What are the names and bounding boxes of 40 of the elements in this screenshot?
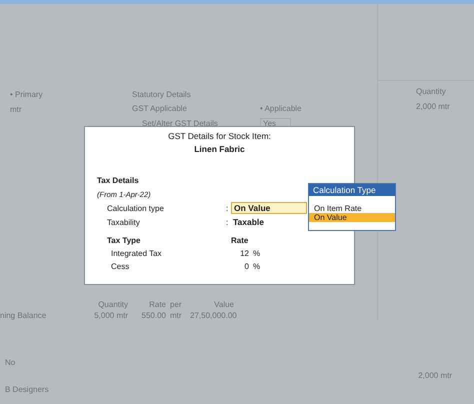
table-cell-text: 5,000 mtr <box>93 311 128 320</box>
table-cell: 27,50,000.00 <box>190 311 234 320</box>
total-value: 2,000 mtr <box>418 371 452 382</box>
row-label: ning Balance <box>0 311 48 320</box>
field-value: B Designers <box>5 385 49 394</box>
section-heading: Statutory Details <box>132 90 192 99</box>
unit-text: % <box>252 249 260 258</box>
field-value: No <box>5 358 16 367</box>
column-header: per <box>169 300 183 309</box>
table-cell-text: mtr <box>169 311 183 320</box>
column-header: Tax Type <box>107 236 142 245</box>
field-label: GST Applicable <box>132 104 188 113</box>
rate-value: 12 <box>239 249 249 258</box>
list-option[interactable]: On Item Rate <box>309 204 395 213</box>
column-header: Rate <box>148 300 166 309</box>
tax-name: Integrated Tax <box>110 249 163 258</box>
column-header: Quantity <box>416 87 446 96</box>
column-header: Value <box>213 300 234 309</box>
table-cell: 2,000 mtr <box>416 102 450 111</box>
column-header: Rate <box>231 236 248 245</box>
field-label: Set/Alter GST Details <box>141 119 219 128</box>
unit-text: % <box>252 262 260 271</box>
colon-text: : <box>226 218 230 226</box>
unit-label: • Primary <box>10 90 44 99</box>
section-heading: Tax Details <box>97 176 139 185</box>
field-label: Calculation type <box>107 204 165 212</box>
colon-text: : <box>226 204 230 212</box>
dialog-title: GST Details for Stock Item: <box>168 131 271 141</box>
column-header: Quantity <box>97 300 128 309</box>
table-cell-text: 550.00 <box>140 311 166 320</box>
field-label: Taxability <box>107 218 141 226</box>
field-value: Taxable <box>232 217 264 227</box>
rate-value: 0 <box>244 262 249 271</box>
list-title: Calculation Type <box>309 184 395 196</box>
list-option[interactable]: On Value <box>309 213 395 222</box>
input-field[interactable]: On Value <box>231 202 307 214</box>
unit-value: mtr <box>10 105 23 114</box>
item-name: Linen Fabric <box>194 144 245 154</box>
tax-name: Cess <box>110 262 130 271</box>
field-value: • Applicable <box>260 104 302 113</box>
